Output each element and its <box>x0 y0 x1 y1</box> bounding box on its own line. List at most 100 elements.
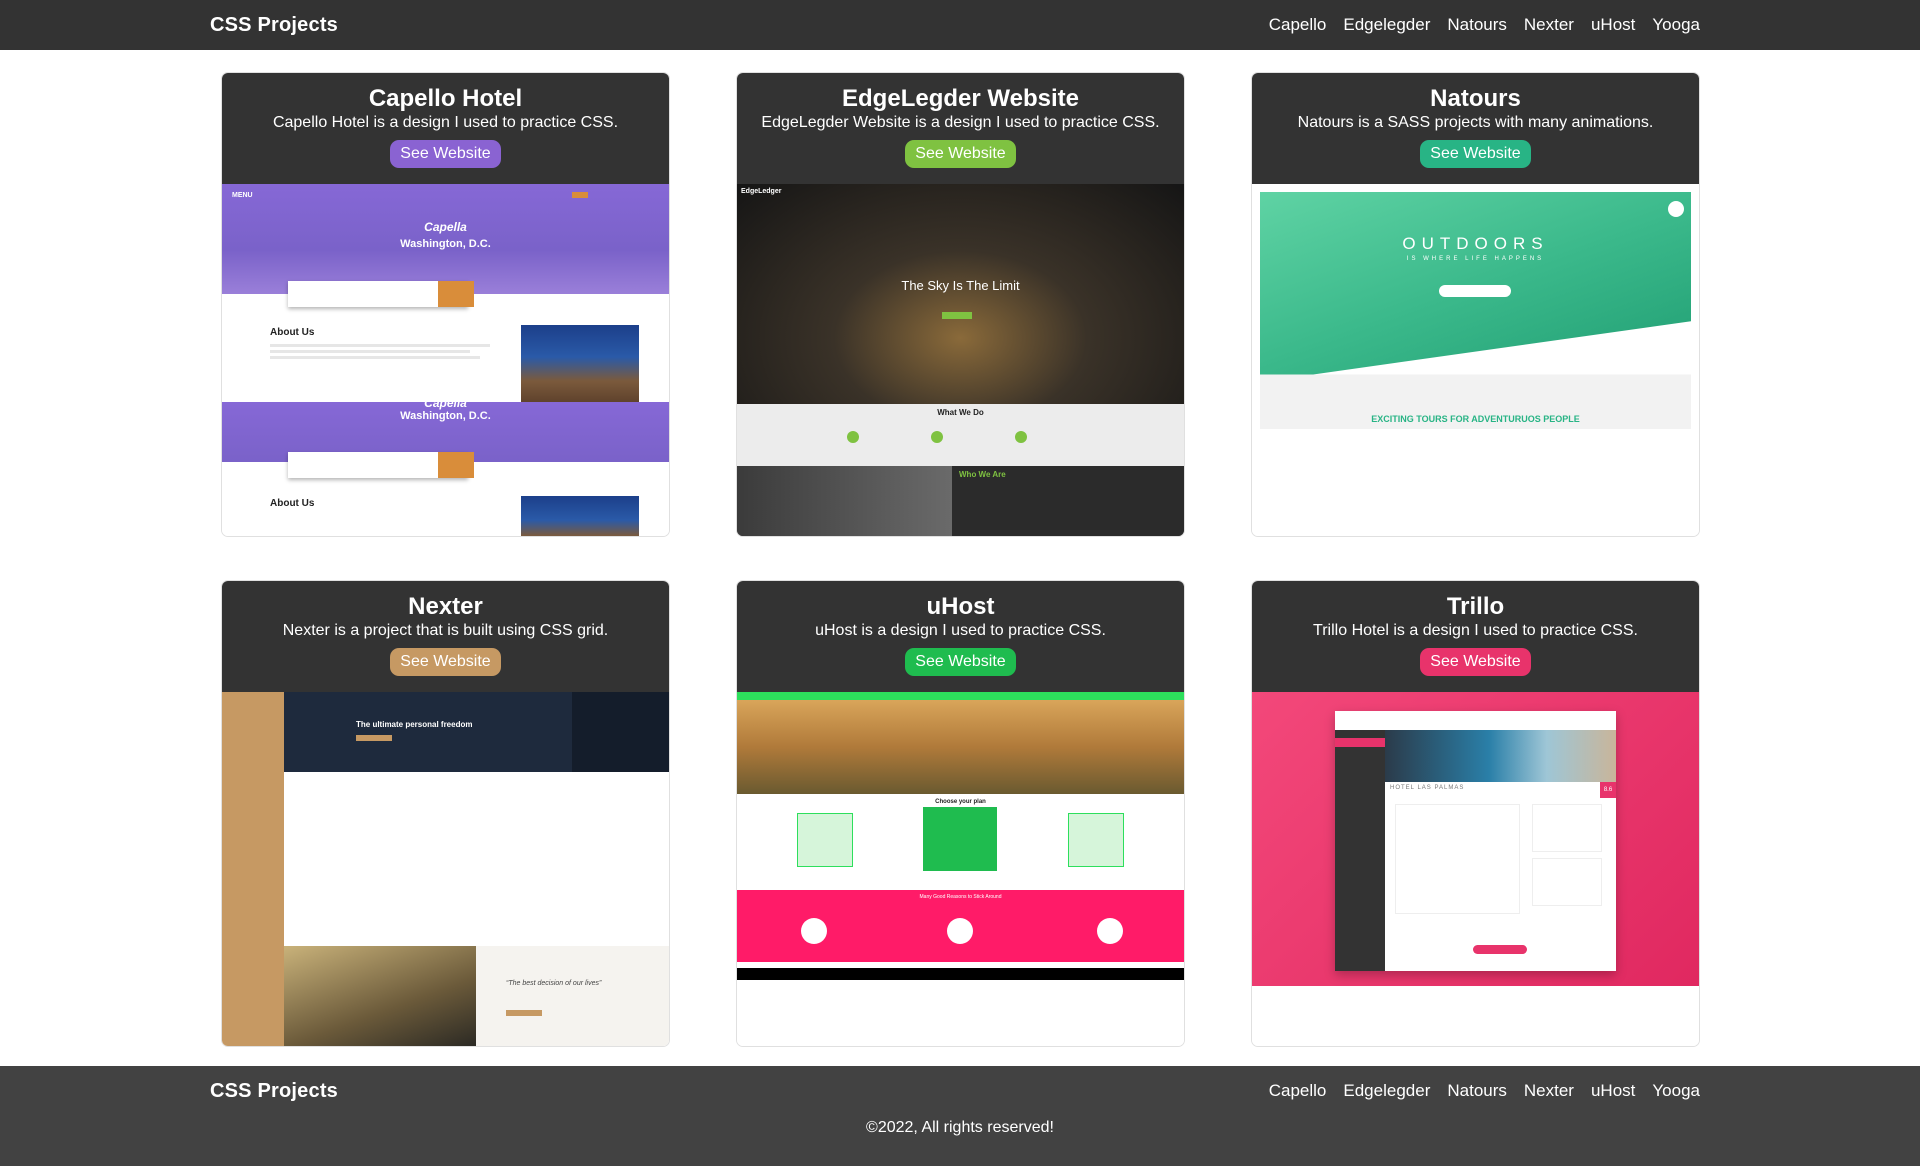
preview-story-image <box>284 946 476 1046</box>
see-website-button[interactable]: See Website <box>905 140 1016 168</box>
preview-logo: EdgeLedger <box>741 188 782 195</box>
footer-link-capello[interactable]: Capello <box>1269 1081 1327 1101</box>
top-navbar: CSS Projects Capello Edgelegder Natours … <box>0 0 1920 50</box>
hero-city-image <box>737 184 1184 404</box>
plan-card-featured <box>923 807 997 871</box>
project-card-capello: Capello Hotel Capello Hotel is a design … <box>221 72 670 537</box>
preview-hero-button <box>356 735 392 741</box>
nav-link-capello[interactable]: Capello <box>1269 15 1327 35</box>
website-preview: MENU Capella Washington, D.C. About Us C… <box>222 184 669 536</box>
preview-quote: “The best decision of our lives” <box>506 980 602 987</box>
see-website-button[interactable]: See Website <box>390 648 501 676</box>
preview-booking-button <box>438 281 474 307</box>
menu-icon <box>1668 201 1684 217</box>
preview-hotel-name: HOTEL LAS PALMAS <box>1390 785 1465 791</box>
website-preview: HOTEL LAS PALMAS 8.6 <box>1252 692 1699 1046</box>
card-title: Nexter <box>408 593 483 620</box>
project-card-edgelegder: EdgeLegder Website EdgeLegder Website is… <box>736 72 1185 537</box>
preview-text-line <box>270 350 470 353</box>
nav-link-natours[interactable]: Natours <box>1447 15 1507 35</box>
preview-team-photo <box>737 466 952 536</box>
preview-hero-title-repeat: Capella <box>424 396 467 410</box>
plan-card <box>1068 813 1124 867</box>
preview-description-box <box>1395 804 1520 914</box>
plan-card <box>797 813 853 867</box>
card-title: EdgeLegder Website <box>842 85 1079 112</box>
navbar-links: Capello Edgelegder Natours Nexter uHost … <box>1269 15 1700 35</box>
card-title: Trillo <box>1446 593 1505 620</box>
preview-tagline: EXCITING TOURS FOR ADVENTURUOS PEOPLE <box>1371 414 1580 424</box>
card-description: Trillo Hotel is a design I used to pract… <box>1313 622 1638 639</box>
see-website-button[interactable]: See Website <box>390 140 501 168</box>
card-description: uHost is a design I used to practice CSS… <box>815 622 1106 639</box>
project-card-natours: Natours Natours is a SASS projects with … <box>1251 72 1700 537</box>
preview-menu-label: MENU <box>232 192 253 199</box>
card-description: Nexter is a project that is built using … <box>282 622 609 639</box>
preview-sidebar-active <box>1335 738 1385 747</box>
footer-nav: CSS Projects Capello Edgelegder Natours … <box>0 1066 1920 1116</box>
footer-brand[interactable]: CSS Projects <box>210 1080 338 1103</box>
footer-link-nexter[interactable]: Nexter <box>1524 1081 1574 1101</box>
card-header: uHost uHost is a design I used to practi… <box>737 581 1184 692</box>
website-preview: EdgeLedger The Sky Is The Limit What We … <box>737 184 1184 536</box>
website-preview: The ultimate personal freedom “The best … <box>222 692 669 1046</box>
footer-link-uhost[interactable]: uHost <box>1591 1081 1635 1101</box>
card-header: Nexter Nexter is a project that is built… <box>222 581 669 692</box>
page-footer: CSS Projects Capello Edgelegder Natours … <box>0 1066 1920 1166</box>
preview-hero-subtitle: Washington, D.C. <box>400 238 491 250</box>
preview-nav <box>737 692 1184 700</box>
preview-band-title: Many Good Reasons to Stick Around <box>919 894 1002 900</box>
card-description: EdgeLegder Website is a design I used to… <box>761 114 1160 131</box>
preview-hero-button <box>1439 285 1511 297</box>
card-title: Natours <box>1430 85 1521 112</box>
navbar-brand[interactable]: CSS Projects <box>210 14 338 37</box>
website-preview: Choose your plan Many Good Reasons to St… <box>737 692 1184 1046</box>
preview-section-title: About Us <box>270 327 315 338</box>
feature-icon <box>1097 918 1123 944</box>
preview-hero-subtitle-repeat: Washington, D.C. <box>400 410 491 422</box>
nav-link-uhost[interactable]: uHost <box>1591 15 1635 35</box>
nav-link-edgelegder[interactable]: Edgelegder <box>1343 15 1430 35</box>
preview-text-line <box>270 356 480 359</box>
preview-footer <box>737 968 1184 980</box>
nav-link-nexter[interactable]: Nexter <box>1524 15 1574 35</box>
copyright-text: ©2022, All rights reserved! <box>866 1119 1054 1136</box>
card-header: EdgeLegder Website EdgeLegder Website is… <box>737 73 1184 184</box>
preview-section-what: What We Do <box>937 408 984 417</box>
preview-hero-title: Capella <box>424 220 467 234</box>
footer-link-edgelegder[interactable]: Edgelegder <box>1343 1081 1430 1101</box>
preview-hero-subtitle: IS WHERE LIFE HAPPENS <box>1406 256 1545 262</box>
footer-link-yooga[interactable]: Yooga <box>1652 1081 1700 1101</box>
project-card-uhost: uHost uHost is a design I used to practi… <box>736 580 1185 1047</box>
see-website-button[interactable]: See Website <box>1420 648 1531 676</box>
see-website-button[interactable]: See Website <box>905 648 1016 676</box>
preview-building-image-repeat <box>521 496 639 536</box>
preview-sidebar <box>1335 730 1385 971</box>
feature-icon <box>801 918 827 944</box>
card-header: Capello Hotel Capello Hotel is a design … <box>222 73 669 184</box>
preview-hero-image <box>737 700 1184 794</box>
service-icon <box>847 431 859 443</box>
feature-icon <box>947 918 973 944</box>
card-description: Natours is a SASS projects with many ani… <box>1297 114 1654 131</box>
nav-link-yooga[interactable]: Yooga <box>1652 15 1700 35</box>
preview-building-image <box>521 325 639 405</box>
footer-link-natours[interactable]: Natours <box>1447 1081 1507 1101</box>
card-title: Capello Hotel <box>368 85 523 112</box>
preview-hero-title: The Sky Is The Limit <box>901 278 1020 293</box>
preview-rating: 8.6 <box>1600 782 1616 798</box>
see-website-button[interactable]: See Website <box>1420 140 1531 168</box>
preview-plans-title: Choose your plan <box>935 799 986 805</box>
website-preview: OUTDOORS IS WHERE LIFE HAPPENS EXCITING … <box>1252 184 1699 536</box>
preview-hero-title: The ultimate personal freedom <box>356 720 473 729</box>
card-header: Trillo Trillo Hotel is a design I used t… <box>1252 581 1699 692</box>
preview-hero-button <box>942 312 972 319</box>
preview-section-title-repeat: About Us <box>270 498 315 509</box>
preview-hero-title: OUTDOORS <box>1402 234 1549 253</box>
project-card-trillo: Trillo Trillo Hotel is a design I used t… <box>1251 580 1700 1047</box>
preview-review <box>1532 858 1602 906</box>
project-card-nexter: Nexter Nexter is a project that is built… <box>221 580 670 1047</box>
card-header: Natours Natours is a SASS projects with … <box>1252 73 1699 184</box>
preview-login-badge <box>572 192 588 198</box>
preview-section-who: Who We Are <box>959 470 1006 479</box>
